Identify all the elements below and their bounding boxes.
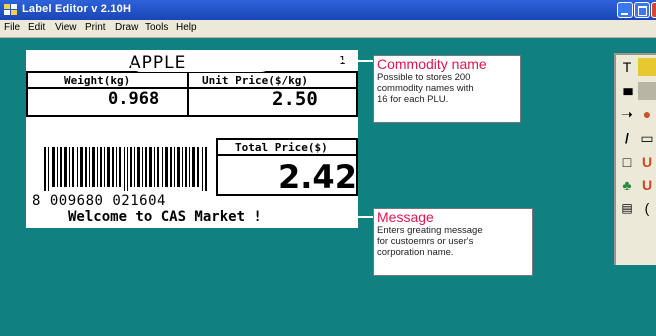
unit-price-header: Unit Price($/kg) (202, 74, 308, 87)
field-u-tool-icon[interactable]: U (638, 153, 656, 171)
message-callout-title: Message (377, 209, 434, 225)
field-tool-icon[interactable]: ▤ (618, 199, 636, 217)
close-button[interactable] (651, 2, 656, 18)
weight-header: Weight(kg) (64, 74, 131, 87)
commodity-callout: Commodity name Possible to stores 200 co… (373, 55, 521, 123)
field-u2-tool-icon[interactable]: U (638, 176, 656, 194)
arrow-tool-icon[interactable]: ➝ (618, 105, 636, 123)
image-tool-icon[interactable] (638, 82, 656, 100)
menu-view[interactable]: View (55, 22, 77, 33)
minimize-button[interactable] (617, 2, 633, 18)
commodity-leader-line (271, 60, 373, 62)
barcode[interactable] (44, 147, 212, 191)
message-callout-desc-2: for custoemrs or user's (377, 236, 474, 247)
window-title: Label Editor v 2.10H (22, 3, 132, 15)
app-icon (4, 4, 17, 15)
total-divider (216, 154, 358, 156)
commodity-callout-desc-3: 16 for each PLU. (377, 94, 449, 105)
weight-value[interactable]: 0.968 (108, 89, 159, 109)
maximize-icon (638, 6, 647, 16)
line-tool-icon[interactable]: / (618, 129, 636, 147)
picture-tool-icon[interactable]: ♣ (618, 176, 636, 194)
maximize-button[interactable] (634, 2, 650, 18)
printer-tool-icon[interactable]: ▭ (638, 129, 656, 147)
commodity-callout-title: Commodity name (377, 56, 487, 72)
message-callout: Message Enters greating message for cust… (373, 208, 533, 276)
commodity-callout-desc-1: Possible to stores 200 (377, 72, 471, 83)
message-leader-line (311, 216, 373, 218)
menu-draw[interactable]: Draw (115, 22, 138, 33)
tool-palette: T ▮▮▮ ➝ ● / ▭ □ U ♣ U ▤ ( (614, 53, 656, 265)
menu-file[interactable]: File (4, 22, 20, 33)
menu-tools[interactable]: Tools (145, 22, 168, 33)
minimize-icon (621, 13, 628, 15)
message-callout-desc-3: corporation name. (377, 247, 454, 258)
menu-edit[interactable]: Edit (28, 22, 45, 33)
barcode-tool-icon[interactable]: ▮▮▮ (618, 82, 636, 100)
text-tool-icon[interactable]: T (618, 58, 636, 76)
commodity-callout-desc-2: commodity names with (377, 83, 474, 94)
commodity-highlight (130, 51, 272, 72)
text-box-tool-icon[interactable] (638, 58, 656, 76)
total-price-value[interactable]: 2.42 (278, 158, 357, 196)
stamp-tool-icon[interactable]: ● (638, 105, 656, 123)
label-canvas[interactable]: APPLE 1 Weight(kg) Unit Price($/kg) 0.96… (26, 50, 358, 228)
menu-print[interactable]: Print (85, 22, 106, 33)
message-callout-desc-1: Enters greating message (377, 225, 483, 236)
unit-price-value[interactable]: 2.50 (272, 88, 318, 110)
phone-tool-icon[interactable]: ( (638, 199, 656, 217)
title-bar[interactable]: Label Editor v 2.10H (0, 0, 656, 20)
total-price-header: Total Price($) (235, 141, 328, 154)
menu-bar: File Edit View Print Draw Tools Help (0, 20, 656, 38)
column-divider (187, 71, 189, 117)
message-highlight (58, 205, 312, 228)
menu-help[interactable]: Help (176, 22, 197, 33)
rectangle-tool-icon[interactable]: □ (618, 153, 636, 171)
